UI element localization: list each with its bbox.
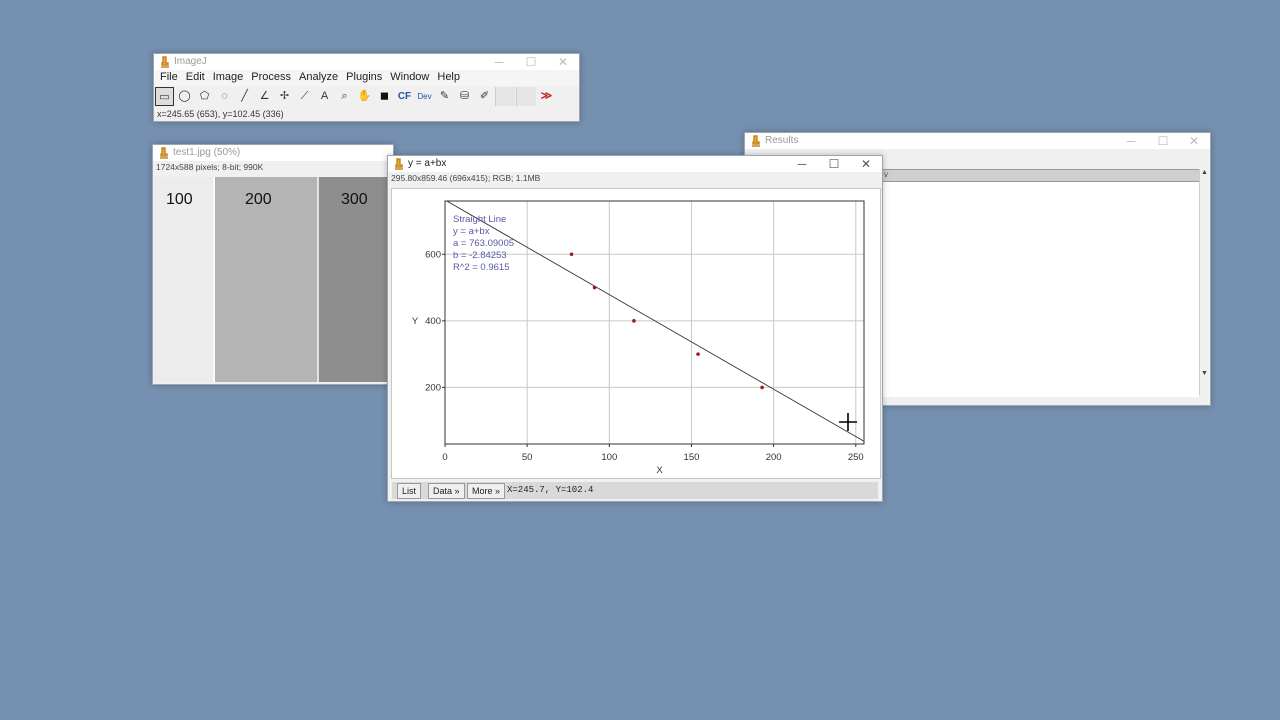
band-label: 200 [245, 191, 272, 208]
imagej-microscope-icon [159, 147, 169, 159]
imagej-titlebar[interactable]: ImageJ ─ ☐ ✕ [154, 54, 579, 70]
vertical-scrollbar[interactable]: ▲ ▼ [1199, 169, 1209, 395]
fit-legend-line: a = 763.09005 [453, 238, 514, 249]
band-dark: 300 [317, 177, 388, 382]
menu-image[interactable]: Image [210, 70, 249, 83]
text-tool-icon[interactable]: A [315, 87, 334, 106]
image-titlebar[interactable]: test1.jpg (50%) [153, 145, 393, 161]
plot-title: y = a+bx [408, 158, 447, 169]
fit-legend-line: y = a+bx [453, 226, 490, 237]
plot-canvas[interactable]: 0 50 100 150 200 250 200 400 600 X Y Straight Liney… [392, 189, 880, 478]
plot-frame[interactable]: 0 50 100 150 200 250 200 400 600 X Y Straight Line y… [391, 188, 881, 479]
x-tick-label: 100 [601, 452, 617, 463]
menu-help[interactable]: Help [434, 70, 465, 83]
menu-file[interactable]: File [157, 70, 183, 83]
band-label: 300 [341, 191, 368, 208]
crosshair-cursor-icon [839, 413, 857, 431]
flood-fill-tool-icon[interactable]: ⛁ [455, 87, 474, 106]
polygon-tool-icon[interactable]: ⬠ [195, 87, 214, 106]
imagej-microscope-icon [751, 135, 761, 147]
magnifier-tool-icon[interactable]: ⌕ [335, 87, 354, 106]
menu-window[interactable]: Window [387, 70, 434, 83]
menu-plugins[interactable]: Plugins [343, 70, 387, 83]
data-point [592, 285, 597, 290]
x-tick-label: 50 [522, 452, 533, 463]
image-window[interactable]: test1.jpg (50%) 1724x588 pixels; 8-bit; … [152, 144, 394, 385]
fit-legend-line: R^2 = 0.9615 [453, 262, 510, 273]
x-tick-label: 150 [684, 452, 700, 463]
hand-tool-icon[interactable]: ✋ [355, 87, 374, 106]
band-light: 100 [154, 177, 214, 382]
plot-titlebar[interactable]: y = a+bx ─ ☐ ✕ [388, 156, 882, 172]
menu-process[interactable]: Process [248, 70, 296, 83]
minimize-button[interactable]: ─ [787, 156, 817, 172]
imagej-microscope-icon [394, 158, 404, 170]
band-mid: 200 [213, 177, 319, 382]
toolbar: ▭ ◯ ⬠ ◌ ╱ ∠ ✢ ⟋ A ⌕ ✋ ◼ CF Dev ✎ ⛁ ✐ ≫ [154, 86, 579, 108]
maximize-button[interactable]: ☐ [819, 156, 849, 172]
results-titlebar[interactable]: Results ─ ☐ ✕ [745, 133, 1210, 149]
maximize-button[interactable]: ☐ [1148, 133, 1178, 149]
plot-button-bar: List Data » More » X=245.7, Y=102.4 [392, 482, 878, 499]
close-button[interactable]: ✕ [851, 156, 881, 172]
data-point [569, 252, 574, 257]
scroll-up-arrow-icon[interactable]: ▲ [1200, 169, 1209, 176]
data-point [696, 352, 700, 356]
fit-legend-line: Straight Line [453, 214, 506, 225]
data-point [632, 319, 636, 323]
oval-tool-icon[interactable]: ◯ [175, 87, 194, 106]
y-axis-label: Y [412, 316, 419, 327]
angle-tool-icon[interactable]: ∠ [255, 87, 274, 106]
wand-tool-icon[interactable]: ⟋ [295, 87, 314, 106]
brush-tool-icon[interactable]: ✎ [435, 87, 454, 106]
band-label: 100 [166, 191, 193, 208]
point-tool-icon[interactable]: ✢ [275, 87, 294, 106]
line-tool-icon[interactable]: ╱ [235, 87, 254, 106]
pencil-tool-icon[interactable]: ✐ [475, 87, 494, 106]
menu-bar: File Edit Image Process Analyze Plugins Window… [154, 70, 579, 86]
x-axis-label: X [656, 465, 663, 476]
color-picker-tool-icon[interactable]: ◼ [375, 87, 394, 106]
x-tick-label: 200 [766, 452, 782, 463]
imagej-main-window[interactable]: ImageJ ─ ☐ ✕ File Edit Image Process Analyze… [153, 53, 580, 122]
y-tick-label: 600 [425, 249, 441, 260]
menu-edit[interactable]: Edit [183, 70, 210, 83]
data-point [760, 385, 764, 390]
plot-info: 295.80x859.46 (696x415); RGB; 1.1MB [391, 173, 541, 183]
plot-window[interactable]: y = a+bx ─ ☐ ✕ 295.80x859.46 (696x415); … [387, 155, 883, 502]
data-button[interactable]: Data » [428, 483, 465, 499]
image-title: test1.jpg (50%) [173, 147, 241, 158]
minimize-button[interactable]: ─ [484, 54, 514, 70]
fit-legend-line: b = -2.84253 [453, 250, 507, 261]
more-button[interactable]: More » [467, 483, 506, 499]
column-header: v [884, 170, 888, 179]
cf-tool-icon[interactable]: CF [395, 87, 414, 106]
results-title: Results [765, 135, 799, 146]
freehand-tool-icon[interactable]: ◌ [215, 87, 234, 106]
status-bar: x=245.65 (653), y=102.45 (336) [157, 109, 284, 119]
list-button[interactable]: List [397, 483, 422, 499]
scroll-down-arrow-icon[interactable]: ▼ [1200, 370, 1209, 377]
x-tick-label: 250 [848, 452, 864, 463]
maximize-button[interactable]: ☐ [516, 54, 546, 70]
close-button[interactable]: ✕ [548, 54, 578, 70]
rectangle-tool-icon[interactable]: ▭ [155, 87, 174, 106]
cursor-coordinates: X=245.7, Y=102.4 [507, 485, 594, 495]
minimize-button[interactable]: ─ [1116, 133, 1146, 149]
imagej-title: ImageJ [174, 56, 207, 67]
x-tick-label: 0 [442, 452, 447, 463]
y-tick-label: 400 [425, 316, 441, 327]
results-table-body[interactable] [881, 182, 1199, 397]
menu-analyze[interactable]: Analyze [296, 70, 343, 83]
developer-menu-icon[interactable]: Dev [415, 87, 434, 106]
blank-slot-icon[interactable] [516, 87, 536, 106]
blank-slot-icon[interactable] [495, 87, 515, 106]
image-info: 1724x588 pixels; 8-bit; 990K [156, 162, 264, 172]
imagej-microscope-icon [160, 56, 170, 68]
close-button[interactable]: ✕ [1179, 133, 1209, 149]
results-table-header: v [881, 169, 1199, 182]
image-canvas[interactable]: 100 200 300 [154, 177, 388, 382]
more-tools-icon[interactable]: ≫ [537, 87, 556, 106]
y-tick-label: 200 [425, 382, 441, 393]
